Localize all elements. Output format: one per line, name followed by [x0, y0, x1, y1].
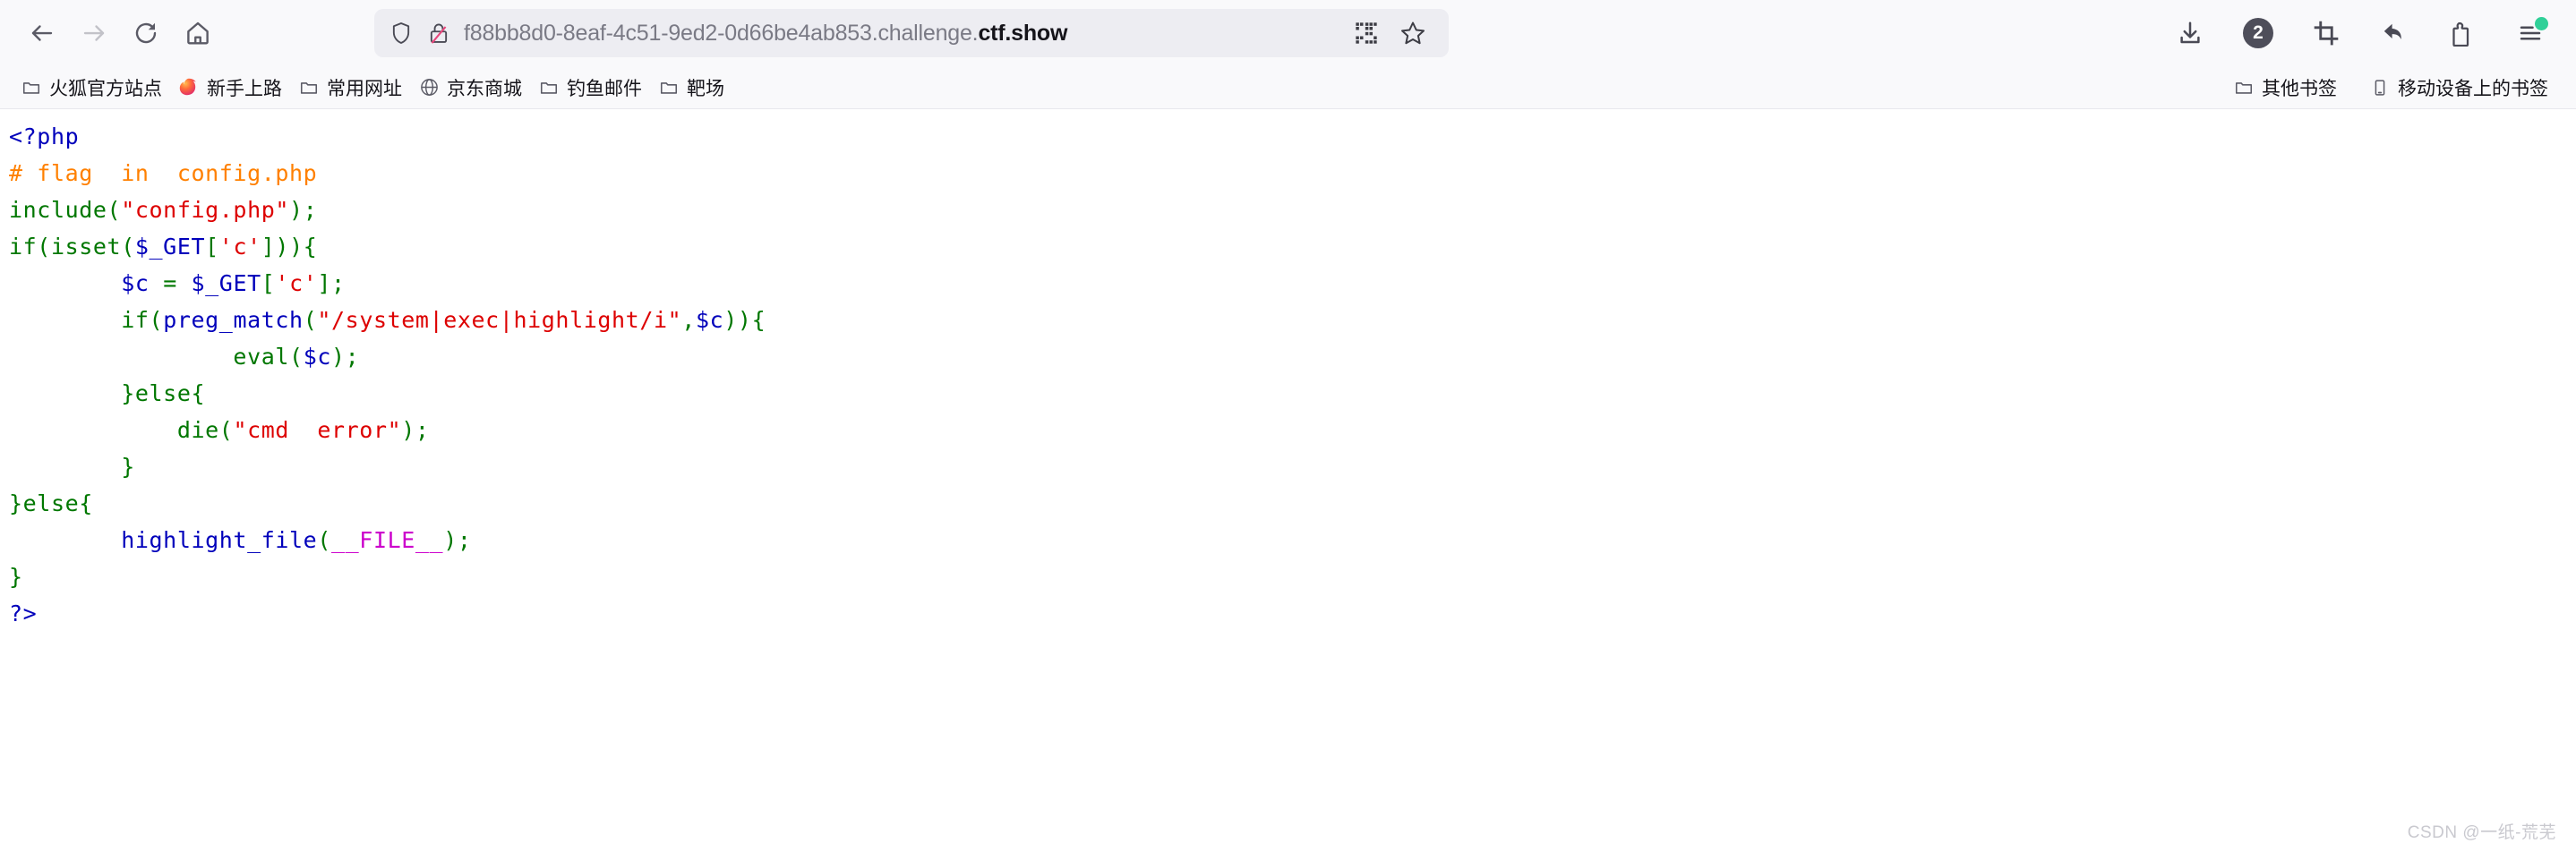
bookmark-label: 常用网址 [327, 78, 402, 99]
php-close-tag: ?> [9, 601, 38, 626]
bookmark-label: 靶场 [687, 78, 724, 99]
app-menu-icon[interactable] [2508, 11, 2553, 55]
home-icon [187, 21, 209, 45]
screenshot-crop-icon[interactable] [2304, 11, 2349, 55]
page-content: <?php # flag in config.php include("conf… [0, 109, 2576, 852]
bookmark-label: 京东商城 [447, 78, 522, 99]
urlbar-actions [1345, 12, 1434, 55]
browser-window: f88bb8d0-8eaf-4c51-9ed2-0d66be4ab853.cha… [0, 0, 2576, 852]
php-assign-c: $c = $_GET['c']; [121, 270, 346, 296]
address-bar[interactable]: f88bb8d0-8eaf-4c51-9ed2-0d66be4ab853.cha… [374, 9, 1449, 57]
url-text[interactable]: f88bb8d0-8eaf-4c51-9ed2-0d66be4ab853.cha… [464, 21, 1325, 47]
bookmark-item-jd-mall[interactable]: 京东商城 [410, 72, 530, 104]
toolbar-right-icons: 2 [2168, 11, 2560, 55]
lock-broken-icon[interactable] [426, 21, 451, 46]
container-tabs-count: 2 [2243, 18, 2273, 48]
bookmark-label: 钓鱼邮件 [567, 78, 642, 99]
mobile-icon [2369, 77, 2391, 98]
url-host: ctf.show [978, 20, 1068, 46]
folder-icon [538, 77, 560, 98]
php-die-call: die("cmd error"); [176, 417, 430, 443]
php-open-tag: <?php [9, 124, 80, 149]
php-close-brace-outer: } [9, 564, 23, 590]
bookmark-label: 其他书签 [2262, 78, 2337, 99]
reload-icon [135, 22, 157, 44]
reload-button[interactable] [120, 7, 172, 59]
undo-close-tab-icon[interactable] [2372, 11, 2417, 55]
folder-icon [658, 77, 680, 98]
bookmarks-toolbar: 火狐官方站点 新手上路 常用网址 京东商城 钓鱼邮件 靶场 其他书签 移动设备上… [0, 66, 2576, 109]
globe-icon [418, 77, 440, 98]
php-comment-flag-location: # flag in config.php [9, 160, 318, 186]
bookmark-label: 新手上路 [207, 78, 282, 99]
navigation-toolbar: f88bb8d0-8eaf-4c51-9ed2-0d66be4ab853.cha… [0, 0, 2576, 66]
back-arrow-icon [31, 25, 53, 41]
php-eval-call: eval($c); [233, 344, 360, 370]
folder-icon [21, 77, 42, 98]
bookmark-item-range[interactable]: 靶场 [650, 72, 732, 104]
folder-icon [298, 77, 320, 98]
bookmark-item-phishing-mail[interactable]: 钓鱼邮件 [530, 72, 650, 104]
home-button[interactable] [172, 7, 224, 59]
bookmark-item-getting-started[interactable]: 新手上路 [170, 72, 290, 104]
container-tabs-badge[interactable]: 2 [2236, 11, 2281, 55]
csdn-watermark: CSDN @一纸-荒芜 [2407, 823, 2556, 842]
php-if-pregmatch: if(preg_match("/system|exec|highlight/i"… [121, 307, 766, 333]
qr-code-icon[interactable] [1345, 12, 1388, 55]
forward-arrow-icon [83, 25, 105, 41]
folder-icon [2233, 77, 2255, 98]
url-prefix: f88bb8d0-8eaf-4c51-9ed2-0d66be4ab853.cha… [464, 20, 979, 46]
bookmark-item-mobile-bookmarks[interactable]: 移动设备上的书签 [2361, 72, 2556, 104]
php-highlight-file-call: highlight_file(__FILE__); [121, 527, 472, 553]
forward-button[interactable] [68, 7, 120, 59]
bookmark-item-firefox-official[interactable]: 火狐官方站点 [13, 72, 170, 104]
php-else-outer: }else{ [9, 490, 93, 516]
bookmark-star-icon[interactable] [1391, 12, 1434, 55]
bookmarks-right-group: 其他书签 移动设备上的书签 [2225, 72, 2563, 104]
downloads-icon[interactable] [2168, 11, 2212, 55]
php-close-brace-inner: } [9, 454, 135, 480]
bookmark-item-other-bookmarks[interactable]: 其他书签 [2225, 72, 2345, 104]
php-else-inner: }else{ [9, 380, 206, 406]
bookmark-label: 火狐官方站点 [49, 78, 162, 99]
urlbar-container: f88bb8d0-8eaf-4c51-9ed2-0d66be4ab853.cha… [374, 9, 1449, 57]
bookmark-label: 移动设备上的书签 [2398, 78, 2548, 99]
back-button[interactable] [16, 7, 68, 59]
firefox-icon [178, 77, 200, 98]
bookmark-item-common-sites[interactable]: 常用网址 [290, 72, 410, 104]
shield-icon[interactable] [389, 21, 414, 46]
extensions-puzzle-icon[interactable] [2440, 11, 2485, 55]
menu-notification-dot [2535, 17, 2548, 30]
php-if-isset: if(isset($_GET['c'])){ [9, 234, 318, 260]
php-include-stmt: include("config.php"); [9, 197, 318, 223]
php-source-listing: <?php # flag in config.php include("conf… [0, 109, 2576, 632]
php-code: <?php # flag in config.php include("conf… [9, 124, 766, 626]
